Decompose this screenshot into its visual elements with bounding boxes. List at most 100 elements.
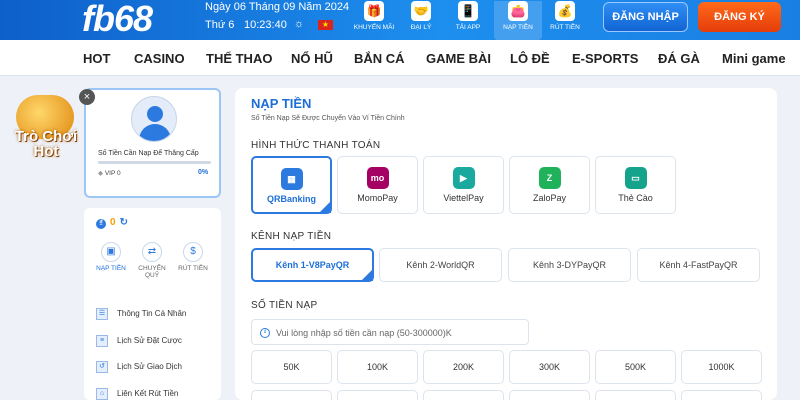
nav-hot[interactable]: HOT	[83, 51, 110, 66]
vietnam-flag-icon[interactable]: ★	[318, 20, 333, 30]
amount-option-row2[interactable]	[509, 390, 590, 400]
main-nav: HOT CASINO THỂ THAO NỔ HŨ BẮN CÁ GAME BÀ…	[0, 40, 800, 76]
nav-card-games[interactable]: GAME BÀI	[426, 51, 491, 66]
deposit-icon: ▣	[101, 242, 121, 262]
download-app-link[interactable]: 📱 TẢI APP	[444, 1, 492, 31]
menu-personal-info[interactable]: ☰ Thông Tin Cá Nhân	[96, 308, 186, 320]
action-deposit-label: NẠP TIỀN	[96, 265, 126, 272]
page-title: NẠP TIỀN	[251, 96, 312, 111]
promo-line-2: Hot	[33, 143, 59, 160]
deposit-panel: NẠP TIỀN Số Tiền Nạp Sẽ Được Chuyển Vào …	[235, 88, 777, 400]
amount-input[interactable]	[276, 324, 521, 342]
method-label: ViettelPay	[443, 193, 484, 203]
amount-option-50k[interactable]: 50K	[251, 350, 332, 384]
qr-icon: ▦	[280, 168, 303, 190]
selected-check-icon	[319, 201, 331, 213]
coin-icon: ₫	[260, 328, 270, 338]
id-card-icon: ☰	[96, 308, 108, 320]
deposit-link[interactable]: 👛 NẠP TIỀN	[494, 1, 542, 40]
account-menu-card: ₫ 0 ↻ ▣ NẠP TIỀN ⇄ CHUYỂN QUỸ $ RÚT TIỀN ☰…	[84, 208, 221, 400]
nav-cockfight[interactable]: ĐÁ GÀ	[658, 51, 700, 66]
login-button[interactable]: ĐĂNG NHẬP	[603, 2, 688, 32]
viettelpay-icon: ▶	[452, 167, 475, 189]
action-deposit[interactable]: ▣ NẠP TIỀN	[91, 242, 131, 272]
avatar[interactable]	[131, 96, 177, 142]
close-icon[interactable]: ×	[79, 89, 95, 105]
channel-4[interactable]: Kênh 4-FastPayQR	[637, 248, 760, 282]
promo-text: Trò Chơi Hot	[6, 129, 86, 159]
amount-option-row2[interactable]	[595, 390, 676, 400]
wallet-balance: ₫ 0 ↻	[96, 217, 128, 229]
upgrade-text: Số Tiền Cần Nạp Để Thăng Cấp	[98, 150, 199, 157]
payment-method-heading: HÌNH THỨC THANH TOÁN	[251, 140, 381, 151]
card-icon: ▭	[624, 167, 647, 189]
profile-card: Số Tiền Cần Nạp Để Thăng Cấp ◆ VIP 0 0%	[84, 88, 221, 198]
amount-option-1000k[interactable]: 1000K	[681, 350, 762, 384]
handshake-icon: 🤝	[411, 1, 431, 21]
channel-heading: KÊNH NẠP TIỀN	[251, 231, 332, 242]
coin-icon: ₫	[96, 219, 106, 229]
amount-heading: SỐ TIỀN NẠP	[251, 300, 318, 311]
amount-option-200k[interactable]: 200K	[423, 350, 504, 384]
vip-percent: 0%	[198, 169, 209, 176]
amount-option-100k[interactable]: 100K	[337, 350, 418, 384]
top-header: fb68 Ngày 06 Tháng 09 Năm 2024 Thứ 6 10:…	[0, 0, 800, 40]
withdraw-link[interactable]: 💰 RÚT TIỀN	[541, 1, 589, 31]
transfer-icon: ⇄	[142, 242, 162, 262]
history-icon: ↺	[96, 361, 108, 373]
zalopay-icon: Z	[538, 167, 561, 189]
method-viettelpay[interactable]: ▶ ViettelPay	[423, 156, 504, 214]
nav-lottery[interactable]: LÔ ĐỀ	[510, 51, 550, 66]
amount-option-row2[interactable]	[423, 390, 504, 400]
method-label: ZaloPay	[532, 193, 567, 203]
method-zalopay[interactable]: Z ZaloPay	[509, 156, 590, 214]
amount-field[interactable]: ₫	[251, 319, 529, 345]
vip-label: VIP 0	[104, 170, 121, 177]
channel-2[interactable]: Kênh 2-WorldQR	[379, 248, 502, 282]
method-momopay[interactable]: mo MomoPay	[337, 156, 418, 214]
method-label: MomoPay	[357, 193, 398, 203]
channel-1[interactable]: Kênh 1-V8PayQR	[251, 248, 374, 282]
method-label: Thẻ Cào	[618, 193, 653, 203]
register-button[interactable]: ĐĂNG KÝ	[698, 2, 781, 32]
method-scratch-card[interactable]: ▭ Thẻ Cào	[595, 156, 676, 214]
menu-label: Thông Tin Cá Nhân	[117, 309, 187, 319]
nav-mini-game[interactable]: Mini game	[722, 51, 786, 66]
wallet-icon: 👛	[508, 1, 528, 21]
download-app-label: TẢI APP	[455, 24, 481, 31]
sun-icon: ☼	[294, 18, 305, 30]
action-withdraw[interactable]: $ RÚT TIỀN	[173, 242, 213, 272]
channel-3[interactable]: Kênh 3-DYPayQR	[508, 248, 631, 282]
action-transfer[interactable]: ⇄ CHUYỂN QUỸ	[132, 242, 172, 279]
withdraw-icon: $	[183, 242, 203, 262]
agent-label: ĐẠI LÝ	[410, 24, 432, 31]
menu-bet-history[interactable]: ≡ Lịch Sử Đặt Cược	[96, 335, 182, 347]
promotion-link[interactable]: 🎁 KHUYẾN MÃI	[350, 1, 398, 31]
menu-transaction-history[interactable]: ↺ Lịch Sử Giao Dịch	[96, 361, 182, 373]
agent-link[interactable]: 🤝 ĐẠI LÝ	[397, 1, 445, 31]
balance-value: 0	[110, 217, 116, 228]
nav-fishing[interactable]: BẮN CÁ	[354, 51, 405, 66]
deposit-label: NẠP TIỀN	[503, 24, 533, 31]
nav-slots[interactable]: NỔ HŨ	[291, 51, 333, 66]
selected-check-icon	[361, 269, 373, 281]
menu-withdraw-link[interactable]: ⌂ Liên Kết Rút Tiền	[96, 388, 178, 400]
nav-sports[interactable]: THỂ THAO	[206, 51, 272, 66]
nav-esports[interactable]: E-SPORTS	[572, 51, 638, 66]
amount-option-row2[interactable]	[337, 390, 418, 400]
amount-option-row2[interactable]	[681, 390, 762, 400]
refresh-icon[interactable]: ↻	[120, 217, 128, 228]
diamond-icon: ◆	[98, 170, 103, 177]
amount-option-300k[interactable]: 300K	[509, 350, 590, 384]
withdraw-icon: 💰	[555, 1, 575, 21]
amount-option-500k[interactable]: 500K	[595, 350, 676, 384]
phone-icon: 📱	[458, 1, 478, 21]
action-transfer-label: CHUYỂN QUỸ	[138, 265, 166, 279]
gift-icon: 🎁	[364, 1, 384, 21]
withdraw-label: RÚT TIỀN	[550, 24, 580, 31]
nav-casino[interactable]: CASINO	[134, 51, 185, 66]
method-qrbanking[interactable]: ▦ QRBanking	[251, 156, 332, 214]
amount-option-row2[interactable]	[251, 390, 332, 400]
site-logo[interactable]: fb68	[82, 0, 153, 40]
hot-games-promo[interactable]: Trò Chơi Hot	[6, 93, 86, 173]
